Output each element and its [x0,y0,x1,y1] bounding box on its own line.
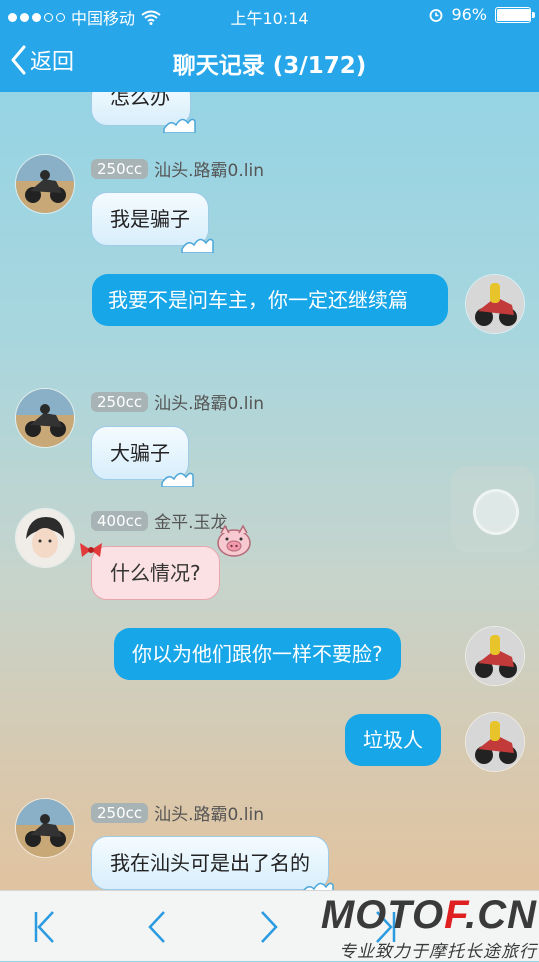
watermark-slogan: 专业致力于摩托长途旅行 [339,942,537,962]
wave-decoration-icon [303,882,334,890]
message-text: 我在汕头可是出了名的 [110,851,310,875]
message-text: 垃圾人 [363,728,423,752]
watermark-logo: MOTOF.CN [320,893,537,937]
sender-avatar[interactable] [15,388,75,448]
message-text: 我要不是问车主，你一定还继续篇 [108,288,408,312]
page-title: 聊天记录 (3/172) [172,53,367,79]
message-bubble-outgoing[interactable]: 垃圾人 [345,714,441,766]
first-page-button[interactable] [28,909,68,945]
my-avatar[interactable] [465,712,525,772]
message-text: 怎么办 [110,92,170,109]
nav-bar: 返回 聊天记录 (3/172) [0,30,539,92]
message-text: 你以为他们跟你一样不要脸? [132,642,383,666]
message-bubble-outgoing[interactable]: 你以为他们跟你一样不要脸? [114,628,401,680]
engine-badge: 250cc [91,391,149,412]
pig-decoration-icon [217,524,251,557]
engine-badge: 400cc [91,510,149,531]
sender-meta: 250cc 汕头.路霸0.lin [91,156,264,181]
site-watermark: MOTOF.CN 专业致力于摩托长途旅行 [298,893,539,962]
rider-avatar-icon [466,275,524,333]
engine-badge: 250cc [91,158,149,179]
next-page-button[interactable] [254,909,294,945]
rider-avatar-icon [466,713,524,771]
previous-page-button[interactable] [140,909,180,945]
wave-decoration-icon [163,118,196,133]
assistive-touch-icon [473,489,519,535]
message-bubble[interactable]: 怎么办 [91,92,196,133]
engine-badge: 250cc [91,802,149,823]
person-avatar-icon [16,509,74,567]
motorcycle-avatar-icon [16,389,74,447]
sender-avatar[interactable] [15,154,75,214]
alarm-icon [430,8,443,22]
my-avatar[interactable] [465,274,525,334]
sender-name: 汕头.路霸0.lin [154,805,264,825]
message-bubble[interactable]: 大骗子 [91,426,194,487]
message-text: 什么情况? [110,561,201,585]
sender-avatar[interactable] [15,798,75,858]
rider-avatar-icon [466,627,524,685]
motorcycle-avatar-icon [16,155,74,213]
message-text: 大骗子 [110,441,170,465]
sender-meta: 250cc 汕头.路霸0.lin [91,389,264,414]
battery-icon [495,6,535,23]
message-bubble[interactable]: 我在汕头可是出了名的 [91,836,334,890]
sender-name: 汕头.路霸0.lin [154,394,264,414]
sender-meta: 400cc 金平.玉龙 [91,508,228,533]
previous-page-icon [148,911,165,943]
my-avatar[interactable] [465,626,525,686]
status-bar: 中国移动 上午10:14 96% [0,0,539,30]
battery-group: 96% [429,5,535,24]
bow-decoration-icon [80,543,102,557]
message-bubble[interactable]: 什么情况? [91,546,220,600]
wave-decoration-icon [181,238,214,253]
next-page-icon [261,911,278,943]
first-page-icon [34,911,54,943]
message-bubble[interactable]: 我是骗子 [91,192,214,253]
sender-avatar[interactable] [15,508,75,568]
motorcycle-avatar-icon [16,799,74,857]
wave-decoration-icon [161,472,194,487]
message-bubble-outgoing[interactable]: 我要不是问车主，你一定还继续篇 [92,274,448,326]
battery-percent: 96% [451,5,487,24]
assistive-touch-button[interactable] [451,466,535,552]
sender-name: 汕头.路霸0.lin [154,161,264,181]
message-text: 我是骗子 [110,207,190,231]
sender-meta: 250cc 汕头.路霸0.lin [91,800,264,825]
